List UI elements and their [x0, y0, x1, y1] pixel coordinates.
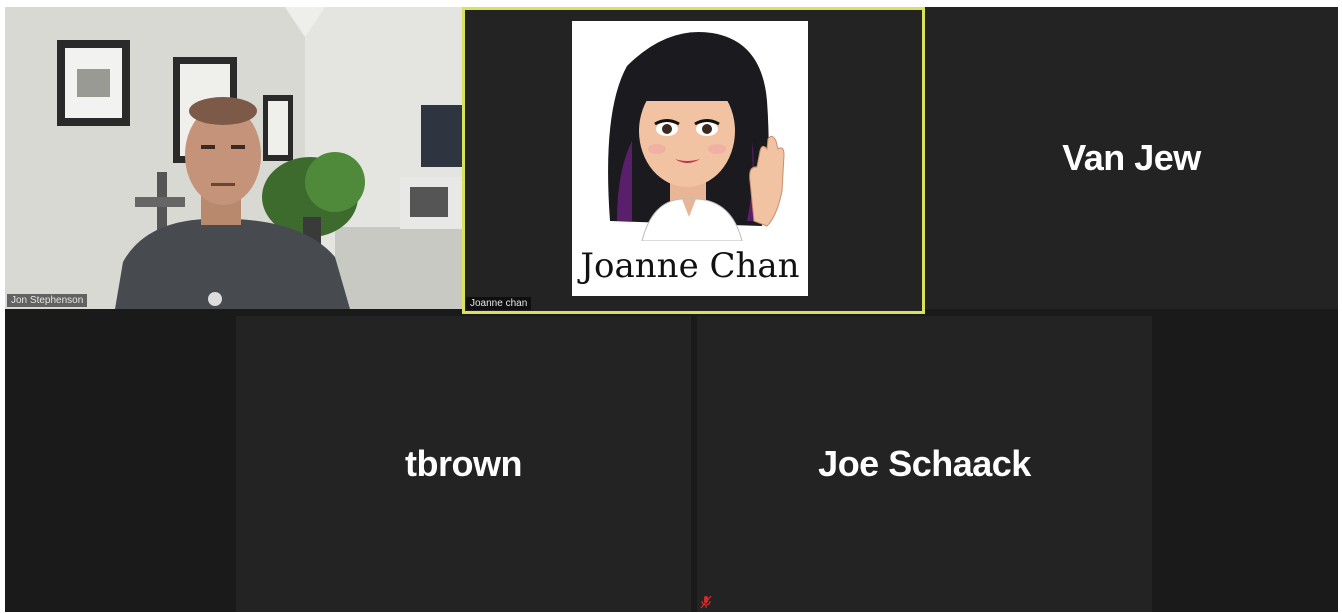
gallery-view: Jon Stephenson Joanne Chan Joanne chan V… — [5, 7, 1338, 612]
participant-tile-van[interactable]: Van Jew — [925, 7, 1338, 309]
participant-display-name: tbrown — [405, 443, 522, 484]
participant-tile-joanne[interactable]: Joanne Chan Joanne chan — [462, 7, 925, 314]
participant-display-name: Joe Schaack — [818, 443, 1031, 484]
video-feed — [5, 7, 462, 309]
participant-display-name: Van Jew — [1062, 137, 1201, 178]
avatar-caption: Joanne Chan — [580, 246, 800, 286]
cartoon-avatar — [608, 31, 785, 241]
participant-name-tag: Joanne chan — [466, 297, 532, 310]
participant-tile-jon[interactable]: Jon Stephenson — [5, 7, 462, 309]
participant-name-tag: Jon Stephenson — [7, 294, 88, 307]
mic-muted-icon — [700, 595, 712, 609]
participant-tile-tbrown[interactable]: tbrown — [236, 316, 691, 612]
avatar-image: Joanne Chan — [572, 21, 808, 296]
participant-tile-joe[interactable]: Joe Schaack — [697, 316, 1152, 612]
